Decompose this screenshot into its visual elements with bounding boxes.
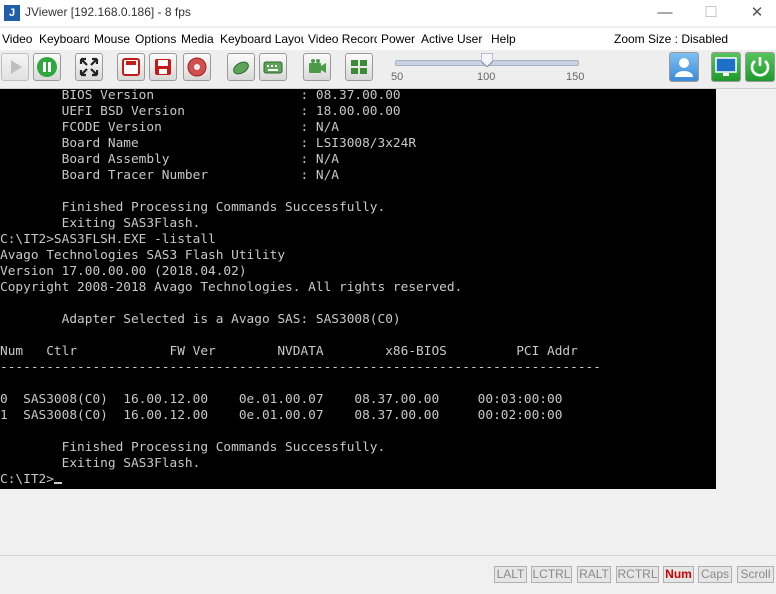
power-icon (750, 57, 770, 77)
pause-icon (37, 57, 57, 77)
toolbar (0, 50, 776, 89)
menu-keyboard[interactable]: Keyboard (39, 32, 89, 46)
terminal-line: BIOS Version : 08.37.00.00 (0, 89, 401, 103)
terminal-line: Finished Processing Commands Successfull… (0, 440, 386, 455)
title-bar: J JViewer [192.168.0.186] - 8 fps — ☐ ✕ (0, 0, 776, 26)
terminal-cursor (53, 482, 62, 484)
terminal-line: Finished Processing Commands Successfull… (0, 200, 386, 215)
user-icon (675, 58, 693, 77)
menu-video-record[interactable]: Video Record (308, 32, 377, 46)
monitor-icon (715, 57, 737, 76)
key-scroll-lock[interactable]: Scroll (737, 566, 774, 583)
remote-console-screen[interactable]: BIOS Version : 08.37.00.00 UEFI BSD Vers… (0, 89, 716, 489)
menu-mouse[interactable]: Mouse (94, 32, 130, 46)
video-camera-icon (309, 59, 326, 73)
key-ralt[interactable]: RALT (577, 566, 611, 583)
zoom-tick-100: 100 (477, 71, 496, 83)
zoom-slider-thumb[interactable] (481, 53, 493, 67)
key-lctrl[interactable]: LCTRL (531, 566, 572, 583)
terminal-prompt: C:\IT2> (0, 472, 54, 487)
menu-keyboard-layout[interactable]: Keyboard Layout (220, 32, 304, 46)
terminal-line: Board Name : LSI3008/3x24R (0, 136, 417, 151)
zoom-size-label: Zoom Size : Disabled (614, 32, 729, 46)
terminal-line: ----------------------------------------… (0, 360, 601, 375)
host-display-button[interactable] (711, 52, 741, 82)
terminal-line: Exiting SAS3Flash. (0, 216, 201, 231)
zoom-tick-150: 150 (566, 71, 585, 83)
floppy-icon (122, 58, 140, 76)
power-button[interactable] (745, 52, 775, 82)
video-record-button[interactable] (303, 53, 331, 81)
cd-icon (187, 57, 207, 77)
terminal-line: Num Ctlr FW Ver NVDATA x86-BIOS PCI Addr (0, 344, 578, 359)
terminal-prompt-line: C:\IT2> (0, 472, 62, 488)
terminal-line: Adapter Selected is a Avago SAS: SAS3008… (0, 312, 401, 327)
soft-keyboard-button[interactable] (259, 53, 287, 81)
play-icon (11, 60, 22, 74)
menu-media[interactable]: Media (181, 32, 215, 46)
maximize-button[interactable]: ☐ (688, 0, 734, 26)
menu-bar: Video Keyboard Mouse Options Media Keybo… (0, 28, 776, 50)
key-caps-lock[interactable]: Caps (698, 566, 732, 583)
window-title: JViewer [192.168.0.186] - 8 fps (25, 5, 191, 19)
terminal-line: UEFI BSD Version : 18.00.00.00 (0, 104, 401, 119)
pause-button[interactable] (33, 53, 61, 81)
hotkeys-button[interactable] (345, 53, 373, 81)
terminal-line: 0 SAS3008(C0) 16.00.12.00 0e.01.00.07 08… (0, 392, 563, 407)
close-button[interactable]: ✕ (734, 0, 776, 26)
menu-video[interactable]: Video (2, 32, 36, 46)
keyboard-icon (263, 61, 283, 74)
mouse-icon (233, 61, 249, 75)
terminal-line: Exiting SAS3Flash. (0, 456, 201, 471)
cdrom-redirect-button[interactable] (183, 53, 211, 81)
fullscreen-button[interactable] (75, 53, 103, 81)
terminal-line: 1 SAS3008(C0) 16.00.12.00 0e.01.00.07 08… (0, 408, 563, 423)
terminal-line: C:\IT2>SAS3FLSH.EXE -listall (0, 232, 216, 247)
key-num-lock[interactable]: Num (663, 566, 694, 583)
fullscreen-icon (79, 57, 99, 77)
menu-options[interactable]: Options (135, 32, 177, 46)
zoom-tick-50: 50 (391, 71, 404, 83)
floppy-redirect-button[interactable] (117, 53, 145, 81)
terminal-line: FCODE Version : N/A (0, 120, 339, 135)
jviewer-app-icon: J (4, 5, 20, 21)
mouse-button[interactable] (227, 53, 255, 81)
terminal-line: Copyright 2008-2018 Avago Technologies. … (0, 280, 463, 295)
save-disk-icon (155, 59, 171, 75)
menu-active-user[interactable]: Active User (421, 32, 487, 46)
terminal-line: Board Tracer Number : N/A (0, 168, 339, 183)
play-button[interactable] (1, 53, 29, 81)
key-rctrl[interactable]: RCTRL (616, 566, 659, 583)
menu-help[interactable]: Help (491, 32, 521, 46)
terminal-line: Avago Technologies SAS3 Flash Utility (0, 248, 286, 263)
terminal-line: Version 17.00.00.00 (2018.04.02) (0, 264, 247, 279)
menu-power[interactable]: Power (381, 32, 416, 46)
terminal-line: Board Assembly : N/A (0, 152, 339, 167)
status-bar: LALT LCTRL RALT RCTRL Num Caps Scroll (0, 555, 776, 594)
key-lalt[interactable]: LALT (494, 566, 527, 583)
active-users-button[interactable] (669, 52, 699, 82)
hotkeys-grid-icon (351, 60, 367, 74)
minimize-button[interactable]: — (642, 0, 688, 26)
harddisk-redirect-button[interactable] (149, 53, 177, 81)
